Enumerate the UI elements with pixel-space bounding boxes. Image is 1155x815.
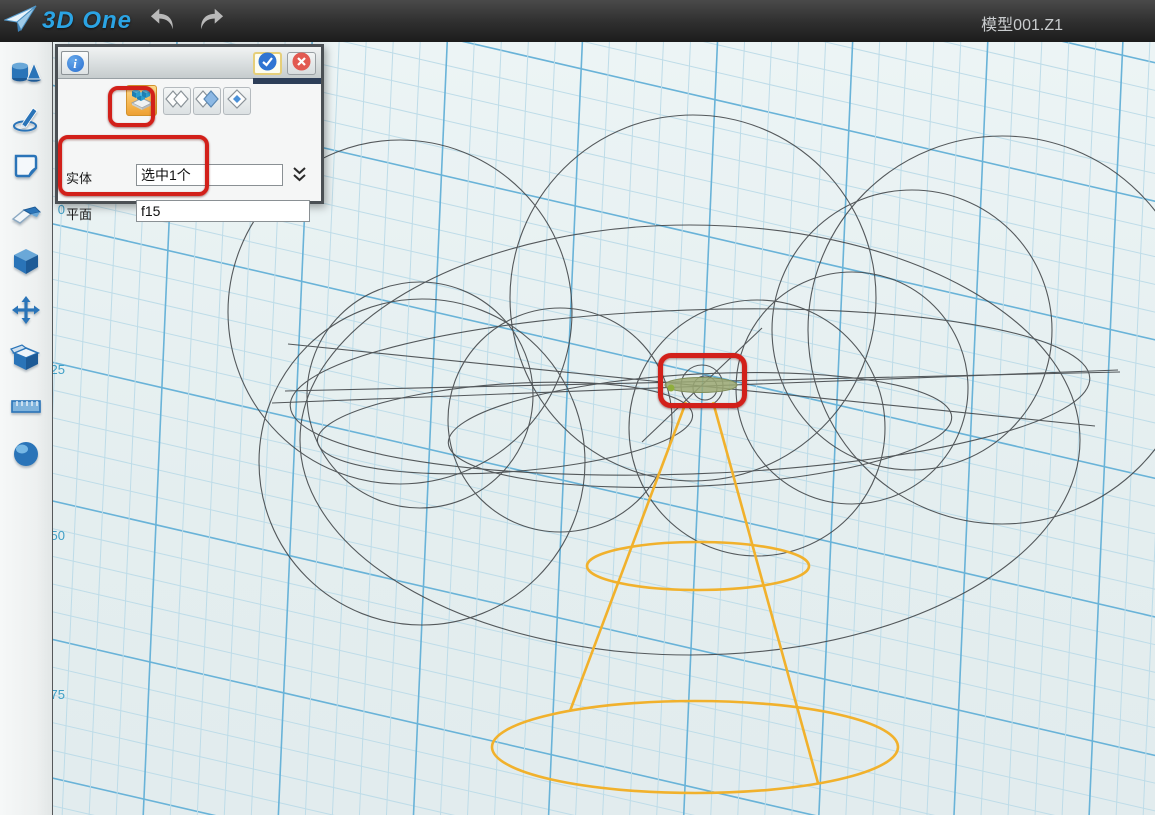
select-solid-icon [129,85,155,116]
select-face-icon [195,88,219,115]
expand-options-button[interactable] [292,166,308,184]
sidebar-item-combine[interactable] [6,341,46,379]
paper-plane-icon [4,4,38,39]
dialog-titlebar: i [58,47,321,79]
dialog-body: 实体 平面 [58,79,321,201]
selection-filter-row [58,82,321,118]
measure-ruler-icon [10,394,42,423]
entity-field-label: 实体 [66,168,92,187]
feature-cube-icon [11,247,41,282]
undo-arrow-icon [148,6,178,37]
sidebar-item-primitives[interactable] [6,53,46,91]
tool-sidebar [0,42,53,815]
select-solid-button[interactable] [126,85,157,116]
material-sphere-icon [11,439,41,474]
app-logo-text: 3D One [42,7,132,35]
surface-sheet-icon [11,151,41,186]
selected-face-highlight [665,378,737,393]
sidebar-item-trim[interactable] [6,197,46,235]
app-logo: 3D One [4,4,132,39]
entity-field-row: 实体 [58,164,321,188]
viewport-3d-canvas[interactable]: 0255075 i [53,42,1155,815]
select-face-button[interactable] [193,87,221,115]
sidebar-item-sketch-surface[interactable] [6,149,46,187]
trim-icon [10,201,42,232]
plane-field-label: 平面 [66,204,92,223]
sidebar-item-material[interactable] [6,437,46,475]
top-toolbar: 3D One 模型001.Z1 [0,0,1155,42]
accept-button[interactable] [253,52,282,75]
select-faces-icon [165,88,189,115]
select-vertex-button[interactable] [223,87,251,115]
double-chevron-down-icon [292,171,307,188]
select-vertex-icon [225,88,249,115]
select-faces-button[interactable] [163,87,191,115]
combine-box-icon [10,343,42,378]
redo-button[interactable] [194,6,228,36]
command-dialog: i [55,44,324,204]
undo-button[interactable] [146,6,180,36]
titlebar-accent [253,78,321,84]
sidebar-item-feature[interactable] [6,245,46,283]
sidebar-item-move[interactable] [6,293,46,331]
plane-field-row: 平面 [58,200,321,224]
info-button[interactable]: i [61,51,89,75]
sidebar-item-measure[interactable] [6,389,46,427]
accept-check-icon [258,52,277,76]
document-title: 模型001.Z1 [981,11,1063,35]
primitives-icon [10,56,42,89]
redo-arrow-icon [196,6,226,37]
close-x-icon [292,52,311,76]
app-window: 3D One 模型001.Z1 [0,0,1155,815]
sketch-icon [11,103,41,138]
move-icon [11,295,41,330]
sidebar-item-sketch[interactable] [6,101,46,139]
cancel-button[interactable] [287,52,316,75]
plane-field-input[interactable] [136,200,310,222]
entity-field-input[interactable] [136,164,283,186]
info-icon: i [67,55,84,72]
